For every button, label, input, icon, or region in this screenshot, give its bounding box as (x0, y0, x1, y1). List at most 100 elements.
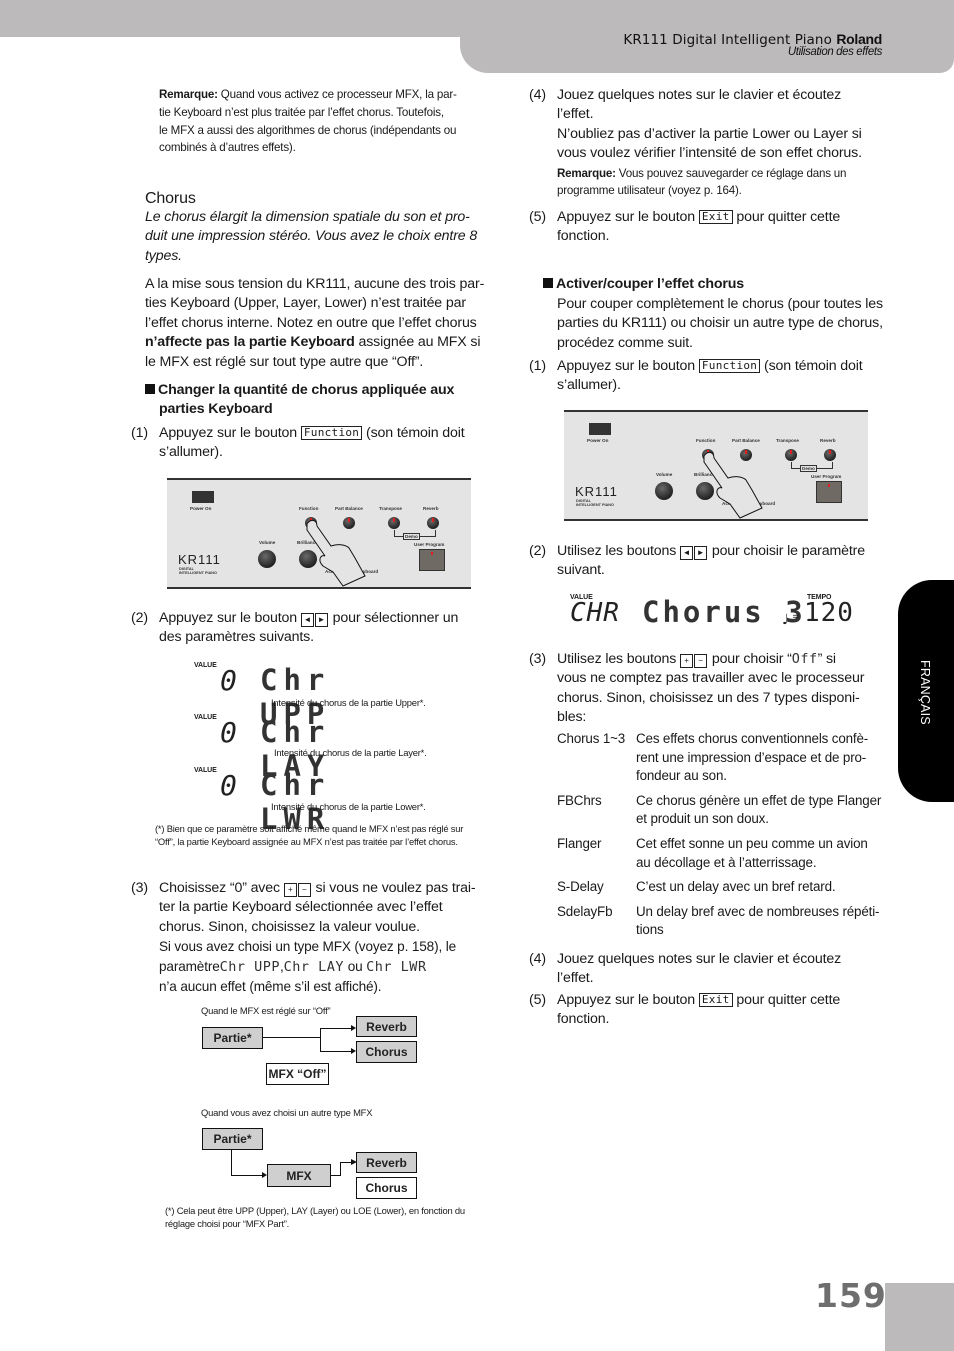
step-number: (4) (529, 87, 546, 103)
diagram-caption: Quand vous avez choisi un autre type MFX (201, 1107, 373, 1118)
activer-paragraph: Pour couper complètement le chorus (pour… (557, 295, 897, 353)
connector-line (320, 1028, 322, 1051)
value-label: VALUE (194, 662, 217, 669)
transpose-label: Transpose (776, 438, 799, 443)
step-text: chorus. Sinon, choisissez un des 7 types… (557, 689, 860, 706)
panel-illustration-right: Power On Function Part Balance Transpose… (564, 410, 868, 521)
reverb-box: Reverb (356, 1152, 417, 1173)
right-arrow-key: ► (314, 613, 328, 627)
page-number: 159 (815, 1276, 887, 1315)
step-text: N’oubliez pas d’activer la partie Lower … (557, 125, 862, 142)
demo-label: Demo (403, 533, 420, 540)
volume-label: Volume (656, 472, 673, 477)
connector-line (340, 1162, 342, 1176)
transpose-button (388, 517, 400, 529)
connector-line (231, 1150, 233, 1175)
square-bullet-icon (543, 278, 553, 288)
step-text: si vous ne voulez pas trai- (315, 880, 476, 896)
step-number: (5) (529, 992, 546, 1008)
step-2-right: (2) Utilisez les boutons ◄ ► pour choisir… (529, 542, 889, 581)
para-line: l’effet chorus interne. Notez en outre q… (145, 314, 477, 331)
mfx-box: MFX (267, 1164, 331, 1187)
subheading-changer: Changer la quantité de chorus appliquée … (145, 381, 490, 420)
lcd-display-chorus: VALUE CHR Chorus 3 ♩ = TEMPO 120 (570, 593, 860, 633)
note-icon: ♩ (782, 612, 789, 628)
demo-label: Demo (800, 465, 817, 472)
function-label: Function (696, 438, 716, 443)
para-line: ties Keyboard (Upper, Layer, Lower) n’es… (145, 295, 466, 312)
function-key: Function (698, 359, 761, 373)
value-label: VALUE (194, 714, 217, 721)
intro-line: Le chorus élargit la dimension spatiale … (145, 209, 470, 225)
step-number: (4) (529, 951, 546, 967)
step-text: l’effet. (557, 970, 594, 987)
step-text: pour quitter cette (736, 992, 841, 1008)
part-balance-label: Part Balance (732, 438, 760, 443)
emphasis-text: n’affecte pas la partie Keyboard (145, 334, 355, 351)
language-tab: FRANÇAIS (898, 580, 954, 802)
subheading-line: parties Keyboard (159, 401, 273, 418)
tempo-value: 120 (804, 598, 854, 628)
step-text: bles: (557, 709, 587, 726)
reverb-box: Reverb (356, 1016, 417, 1037)
type-desc: rent une impression d’espace et de pro- (636, 749, 867, 765)
step-text: ou (347, 958, 363, 974)
chorus-intro: Le chorus élargit la dimension spatiale … (145, 208, 490, 266)
step-text: (son témoin doit (764, 358, 863, 374)
exit-key: Exit (698, 993, 733, 1007)
hand-pointer-icon (306, 519, 366, 587)
step-3-left: (3) Choisissez “0” avec + − si vous ne vo… (131, 879, 491, 996)
diagram-footnote: (*) Cela peut être UPP (Upper), LAY (Lay… (165, 1204, 465, 1230)
type-desc: fondeur au son. (636, 768, 727, 784)
step-3-right: (3) Utilisez les boutons + − pour choisir… (529, 650, 889, 728)
step-text: Appuyez sur le bouton (557, 358, 696, 374)
function-label: Function (299, 506, 319, 511)
step-text: n’a aucun effet (même s’il est affiché). (159, 979, 382, 995)
lcd-value: 0 (220, 769, 241, 802)
connector-line (320, 1028, 354, 1030)
lcd-inline-param: Chr UPP (219, 958, 281, 975)
transpose-button (785, 449, 797, 461)
step-number: (3) (529, 651, 546, 667)
step-text: Choisissez “0” avec (159, 880, 280, 896)
step-text: Appuyez sur le bouton (159, 425, 298, 441)
step-text: fonction. (557, 228, 610, 245)
subheading-line: Changer la quantité de chorus appliquée … (158, 382, 455, 398)
note-line: combinés à d’autres effets). (159, 141, 296, 155)
lcd-value: CHR (570, 598, 620, 628)
lcd-value: 0 (220, 716, 241, 749)
user-program-button (419, 549, 445, 571)
step-number: (3) (131, 880, 148, 896)
logo-subtitle: INTELLIGENT PIANO (179, 571, 217, 575)
type-desc: au décollage et à l’atterrissage. (636, 854, 817, 870)
panel-illustration-left: Power On Function Part Balance Transpose… (167, 478, 471, 589)
step-text: ” si (817, 651, 836, 667)
footnote-line: (*) Cela peut être UPP (Upper), LAY (Lay… (165, 1205, 465, 1216)
volume-knob (655, 482, 673, 500)
type-row: FBChrs Ce chorus génère un effet de type… (557, 792, 887, 829)
type-desc: Ces effets chorus conventionnels confè- (636, 731, 869, 746)
step-text: s’allumer). (557, 377, 621, 394)
note-line: programme utilisateur (voyez p. 164). (557, 184, 742, 198)
note-label: Remarque: (159, 88, 218, 101)
footnote-line: (*) Bien que ce paramètre soit affiché m… (155, 823, 464, 834)
para-line: A la mise sous tension du KR111, aucune … (145, 276, 485, 292)
type-name: FBChrs (557, 792, 602, 808)
step-text: Appuyez sur le bouton (557, 992, 696, 1008)
step-text: Jouez quelques notes sur le clavier et é… (557, 87, 842, 103)
right-arrow-key: ► (694, 546, 708, 560)
value-label: VALUE (194, 767, 217, 774)
reverb-button (427, 517, 439, 529)
section-heading-chorus: Chorus (145, 190, 196, 207)
step-number: (1) (131, 425, 148, 441)
step-text: vous voulez vérifier l’intensité de son … (557, 145, 862, 162)
para-line: procédez comme suit. (557, 334, 693, 351)
reverb-label: Reverb (820, 438, 836, 443)
connector-line (320, 1051, 354, 1053)
note-line: tie Keyboard n’est plus traitée par l’ef… (159, 105, 444, 119)
subheading-text: Activer/couper l’effet chorus (556, 276, 745, 292)
step-text: Utilisez les boutons (557, 651, 677, 667)
kr111-logo: KR111 (575, 484, 618, 499)
page-number-box (885, 1283, 954, 1351)
step-text: (son témoin doit (366, 425, 465, 441)
